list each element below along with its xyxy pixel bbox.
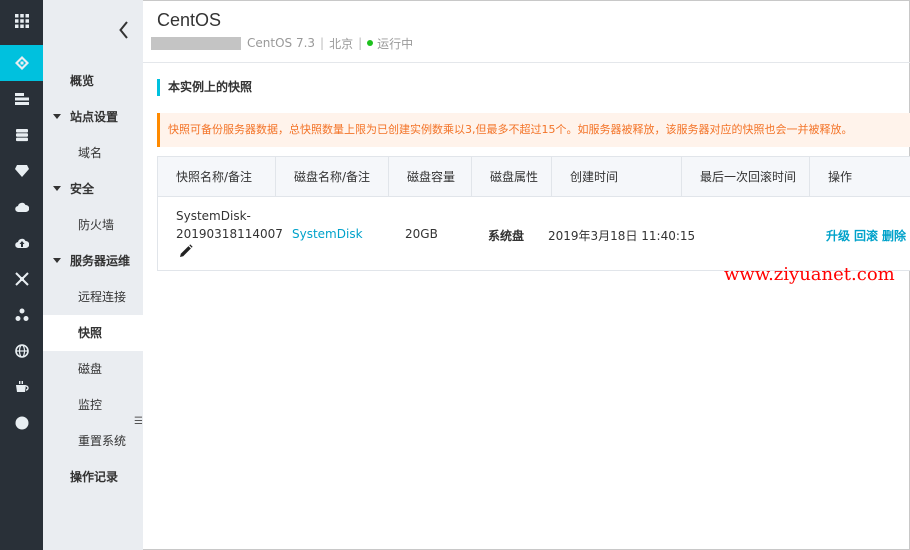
snapshot-name-line2: 20190318114007 [176,227,283,241]
globe-icon[interactable] [0,333,43,369]
sidebar-item-monitor[interactable]: 监控 [43,387,143,423]
section-title: 本实例上的快照 [157,79,252,96]
table-row: SystemDisk- 20190318114007 SystemDisk 20… [158,197,910,270]
database-icon[interactable] [0,117,43,153]
icon-rail [0,0,43,550]
circle-icon[interactable] [0,405,43,441]
cup-icon[interactable] [0,369,43,405]
column-header: 创建时间 [551,157,681,197]
instance-submenu: 概览 站点设置 域名 安全 防火墙 服务器运维 远程连接 快照 磁盘 监控 重置… [43,0,143,550]
instance-meta: CentOS 7.3 | 北京 | 运行中 [151,36,414,51]
column-header: 操作 [809,157,910,197]
sidebar-item-reset-system[interactable]: 重置系统 [43,423,143,459]
masked-instance-id [151,36,241,50]
column-header: 磁盘属性 [471,157,551,197]
sidebar-item-firewall[interactable]: 防火墙 [43,207,143,243]
upgrade-button[interactable]: 升级 [826,229,850,243]
collapse-chevron-left-icon[interactable] [115,18,133,42]
menu-lines-icon: ☰ [134,416,143,427]
disk-capacity: 20GB [405,227,438,241]
status-text: 运行中 [377,36,414,51]
sidebar-group-server-ops[interactable]: 服务器运维 [43,243,143,279]
snapshot-table: 快照名称/备注 磁盘名称/备注 磁盘容量 磁盘属性 创建时间 最后一次回滚时间 … [157,156,910,271]
instance-header: CentOS CentOS 7.3 | 北京 | 运行中 [143,0,910,63]
disk-attribute: 系统盘 [488,229,525,243]
cluster-icon[interactable] [0,297,43,333]
disk-name-link[interactable]: SystemDisk [292,227,363,241]
sidebar-item-domain[interactable]: 域名 [43,135,143,171]
grid-icon[interactable] [0,3,43,39]
divider: | [320,36,325,50]
sidebar-item-operation-log[interactable]: 操作记录 [43,459,143,495]
divider: | [358,36,363,50]
server-stack-icon[interactable] [0,81,43,117]
sidebar-item-remote-connect[interactable]: 远程连接 [43,279,143,315]
column-header: 磁盘名称/备注 [275,157,388,197]
sidebar-item-disk[interactable]: 磁盘 [43,351,143,387]
cloud-icon[interactable] [0,189,43,225]
row-actions: 升级 回滚 删除 [826,227,910,244]
table-header: 快照名称/备注 磁盘名称/备注 磁盘容量 磁盘属性 创建时间 最后一次回滚时间 … [158,157,910,197]
watermark: www.ziyuanet.com [724,264,895,285]
os-version: CentOS 7.3 [247,36,316,50]
caret-down-icon [53,114,61,119]
sidebar-toggle-handle[interactable]: ☰ [134,400,143,444]
cloud-upload-icon[interactable] [0,225,43,261]
rollback-button[interactable]: 回滚 [854,229,878,243]
sidebar-group-label: 安全 [70,182,95,196]
sidebar-group-label: 站点设置 [70,110,119,124]
column-header: 最后一次回滚时间 [681,157,809,197]
network-icon[interactable] [0,261,43,297]
caret-down-icon [53,186,61,191]
sidebar-item-overview[interactable]: 概览 [43,63,143,99]
column-header: 快照名称/备注 [176,170,253,184]
status-dot-icon [367,40,374,46]
caret-down-icon [53,258,61,263]
sidebar-group-site-settings[interactable]: 站点设置 [43,99,143,135]
sidebar-group-label: 服务器运维 [70,254,131,268]
pencil-edit-icon[interactable] [179,244,193,258]
column-header: 磁盘容量 [388,157,471,197]
region: 北京 [329,36,354,51]
sidebar-item-snapshot[interactable]: 快照 [43,315,143,351]
page-title: CentOS [157,10,222,30]
sidebar-group-security[interactable]: 安全 [43,171,143,207]
created-time: 2019年3月18日 11:40:15 [548,229,696,243]
gem-icon[interactable] [0,153,43,189]
cube-icon[interactable] [0,45,43,81]
notice-banner: 快照可备份服务器数据，总快照数量上限为已创建实例数乘以3,但最多不超过15个。如… [157,113,910,147]
snapshot-name-line1: SystemDisk- [176,209,251,223]
delete-button[interactable]: 删除 [882,229,906,243]
